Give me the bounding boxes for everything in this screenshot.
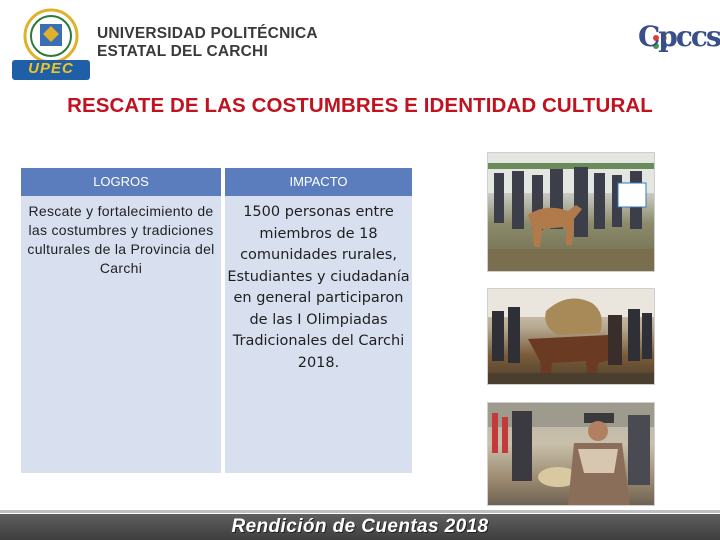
event-photo-women (487, 402, 655, 506)
header: UPEC UNIVERSIDAD POLITÉCNICA ESTATAL DEL… (0, 0, 720, 86)
cpccs-logo-text: Cpccs (638, 20, 720, 53)
photo-horse-illustration (488, 153, 654, 271)
table-cell-impacto: 1500 personas entre miembros de 18 comun… (227, 204, 410, 371)
university-name-line2: ESTATAL DEL CARCHI (97, 43, 268, 60)
table-cell-logros: Rescate y fortalecimiento de las costumb… (27, 203, 215, 276)
column-divider (221, 168, 225, 473)
footer-text: Rendición de Cuentas 2018 (231, 516, 489, 537)
cpccs-logo: Cpccs (636, 12, 720, 70)
university-name: UNIVERSIDAD POLITÉCNICA ESTATAL DEL CARC… (97, 25, 318, 61)
upec-logo-text: UPEC (28, 60, 74, 77)
event-photo-horse (487, 152, 655, 272)
event-photo-parade (487, 288, 655, 385)
photo-women-illustration (488, 403, 654, 505)
university-name-line1: UNIVERSIDAD POLITÉCNICA (97, 25, 318, 42)
table-header-logros: LOGROS (21, 168, 221, 196)
footer-divider (0, 510, 720, 513)
photo-parade-illustration (488, 289, 654, 384)
results-table: LOGROS IMPACTO Rescate y fortalecimiento… (21, 168, 412, 473)
table-header-impacto: IMPACTO (225, 168, 412, 196)
page-title: RESCATE DE LAS COSTUMBRES E IDENTIDAD CU… (67, 94, 653, 117)
